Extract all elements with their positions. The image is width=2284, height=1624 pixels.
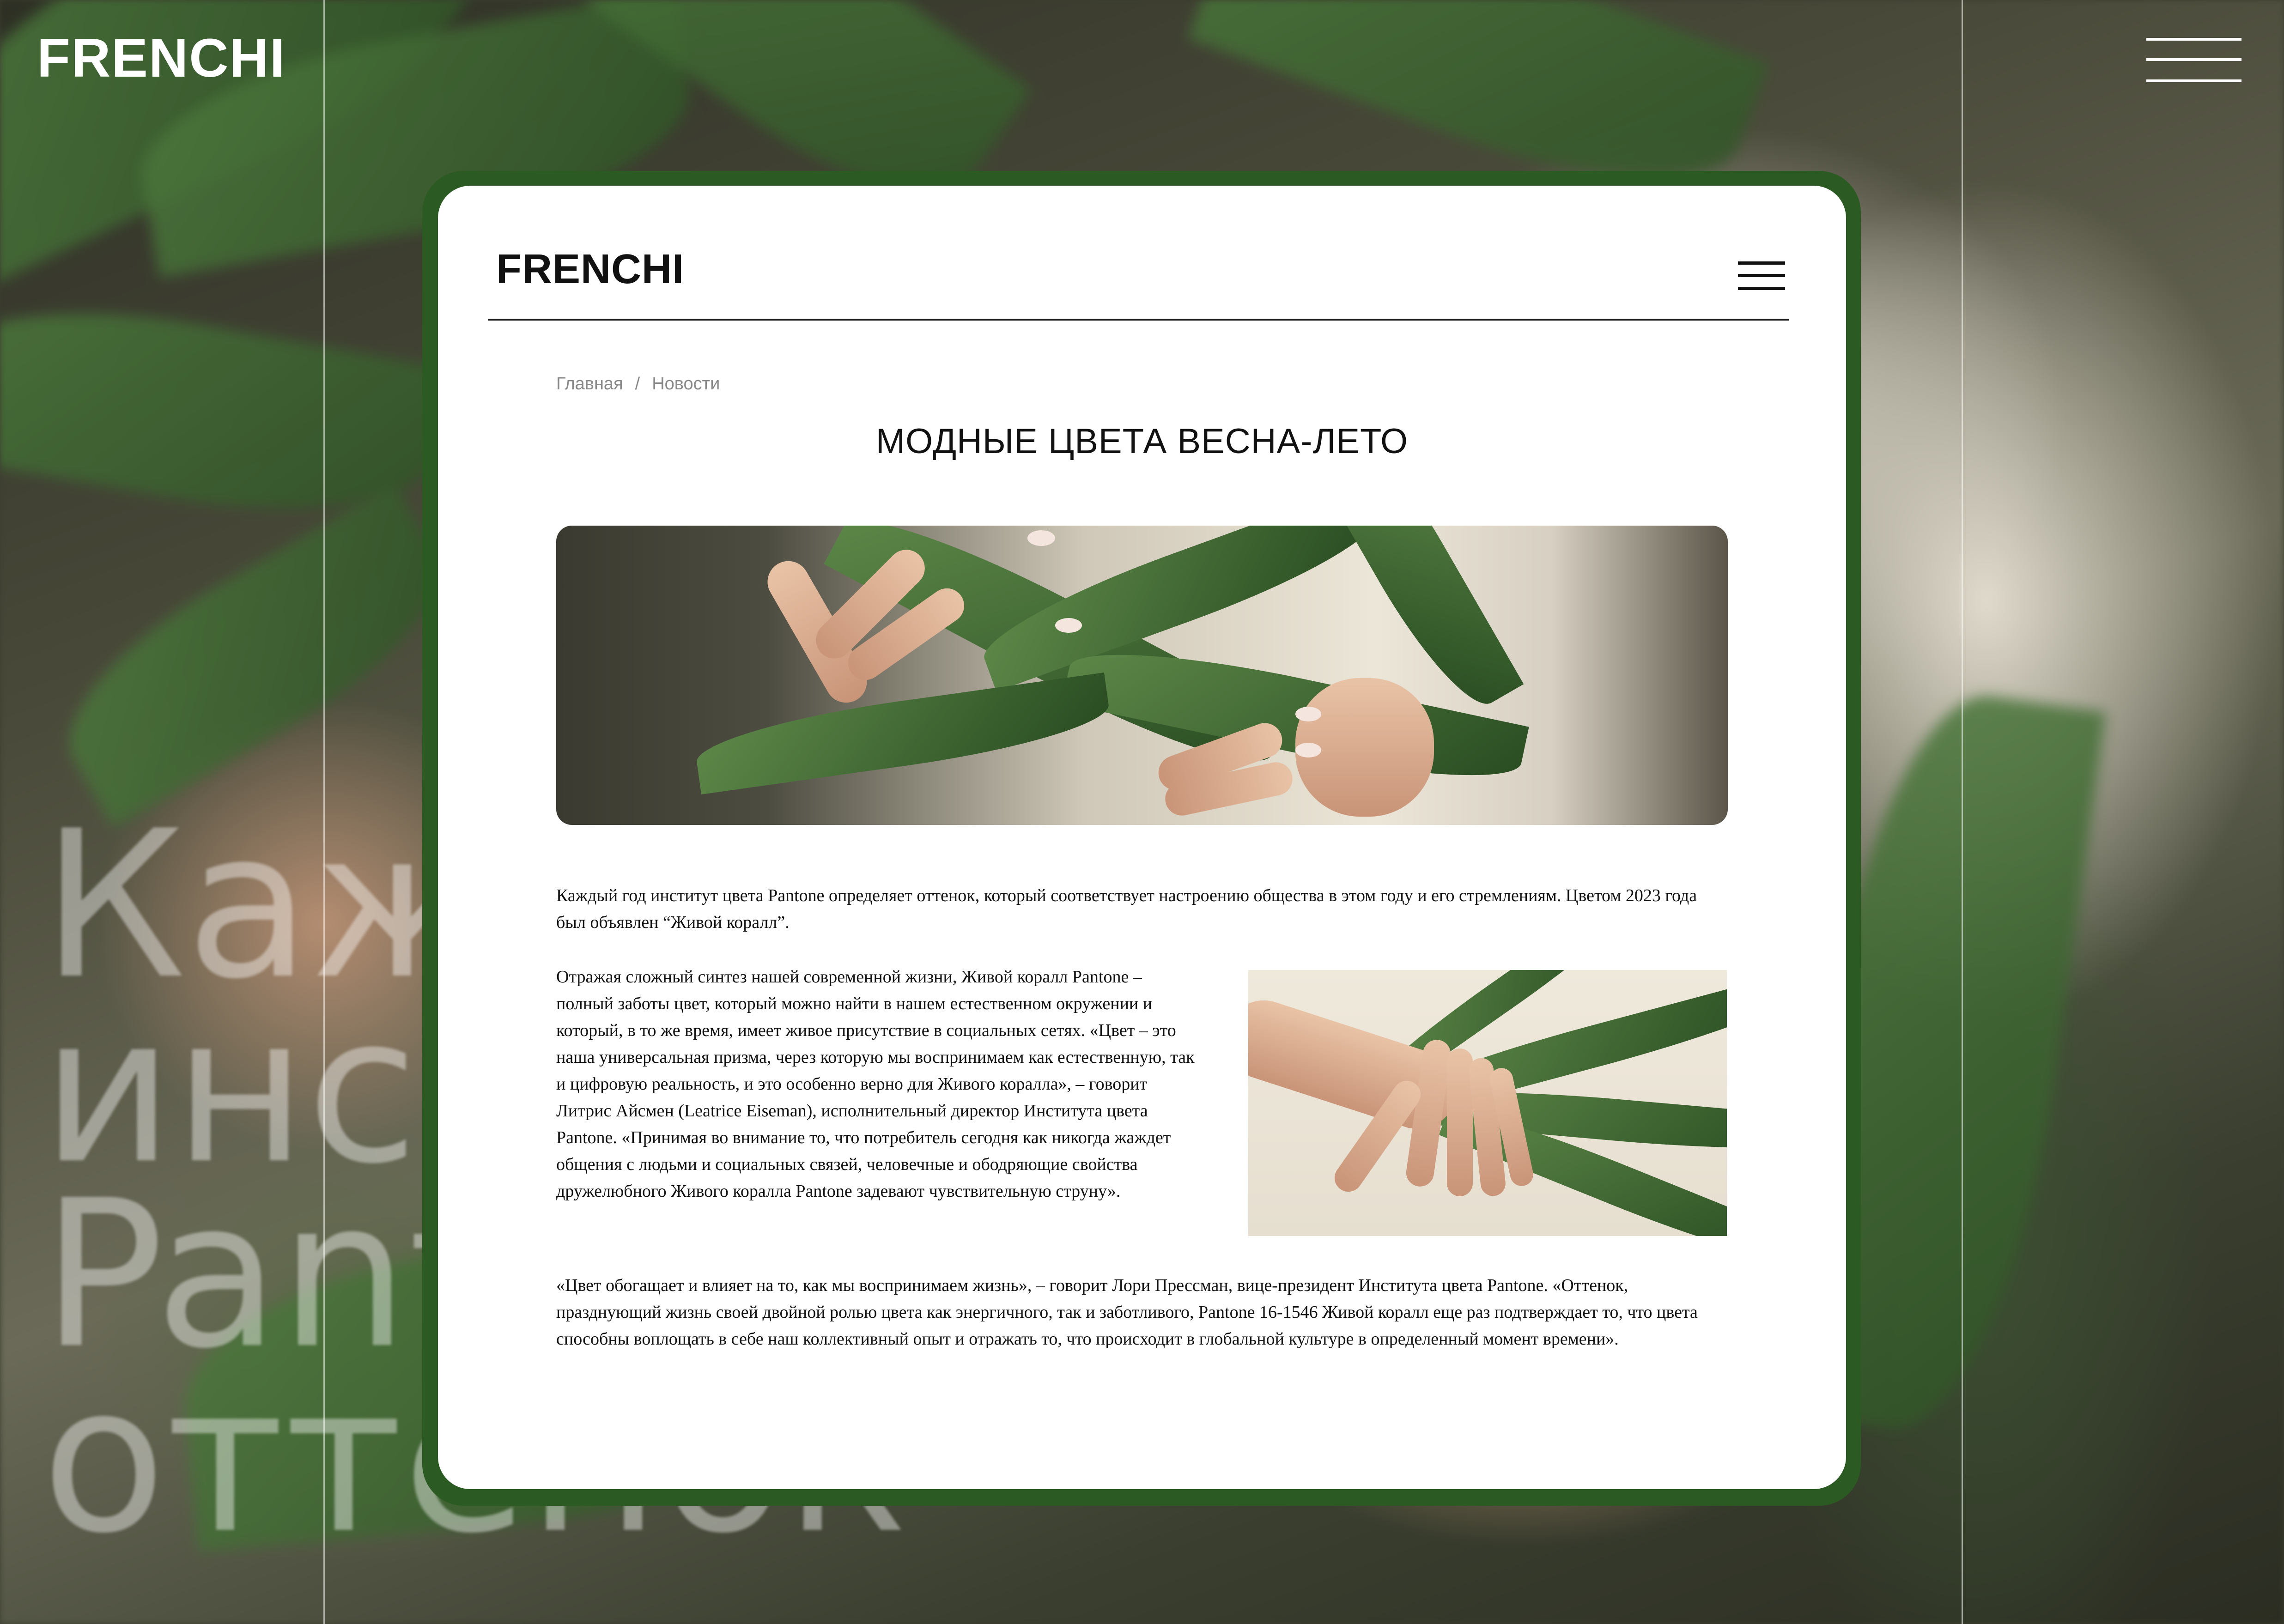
card-header: FRENCHI (488, 241, 1789, 321)
divider-line-right (1962, 0, 1963, 1624)
hamburger-icon[interactable] (1738, 261, 1785, 290)
page-title: МОДНЫЕ ЦВЕТА ВЕСНА-ЛЕТО (875, 422, 1409, 461)
hamburger-icon[interactable] (2146, 38, 2241, 84)
hands-image (1248, 970, 1727, 1236)
article-paragraph-2: Отражая сложный синтез нашей современной… (556, 967, 1195, 1201)
article-paragraph-1: Каждый год институт цвета Pantone опреде… (556, 886, 1697, 932)
breadcrumb-separator: / (635, 374, 640, 394)
card-logo[interactable]: FRENCHI (496, 246, 684, 293)
divider-line-left (323, 0, 325, 1624)
article-paragraph-3: «Цвет обогащает и влияет на то, как мы в… (556, 1276, 1698, 1349)
breadcrumb: Главная / Новости (556, 374, 720, 394)
hero-image (556, 526, 1728, 825)
breadcrumb-home[interactable]: Главная (556, 374, 623, 394)
breadcrumb-news[interactable]: Новости (652, 374, 720, 394)
site-logo[interactable]: FRENCHI (37, 27, 286, 90)
article-card: FRENCHI Главная / Новости МОДНЫЕ ЦВЕТА ВЕС… (438, 186, 1846, 1489)
